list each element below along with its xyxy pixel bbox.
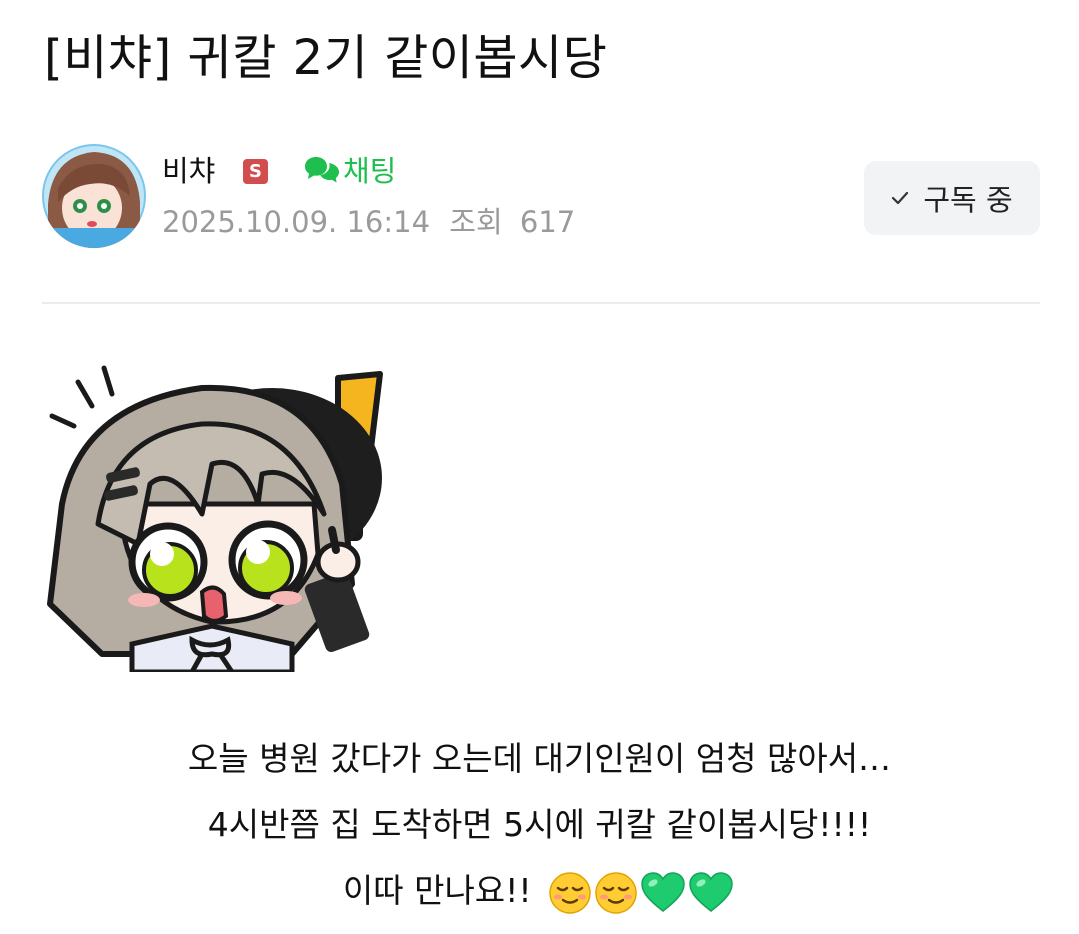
chat-link[interactable]: 채팅 [304,148,396,190]
green-heart-icon [641,871,685,912]
author-avatar[interactable] [42,144,146,248]
subscribe-label: 구독 중 [923,183,1013,217]
check-icon [892,191,909,205]
author-header: 비챠 S 채팅 2025.10.09. 16:14 조회 617 구독 중 [42,144,1040,252]
views-label: 조회 [449,205,503,239]
chat-bubble-icon [305,157,339,183]
green-heart-icon [689,871,733,912]
relieved-face-icon [549,871,591,914]
post-title: [비챠] 귀칼 2기 같이봅시당 [44,30,608,86]
views-count: 617 [519,205,576,239]
body-line-1: 오늘 병원 갔다가 오는데 대기인원이 엄청 많아서… [187,739,892,778]
chat-label: 채팅 [343,154,397,188]
body-line-3: 이따 만나요!! [342,871,532,910]
header-divider [42,302,1040,304]
post-body: 오늘 병원 갔다가 오는데 대기인원이 엄청 많아서… 4시반쯤 집 도착하면 … [0,726,1079,924]
body-line-3-wrapper: 이따 만나요!! [0,858,1079,924]
surprised-character-sticker [47,365,383,672]
subscribe-button[interactable]: 구독 중 [864,161,1040,235]
avatar-image [42,144,146,248]
author-name[interactable]: 비챠 [162,151,215,191]
post-meta: 2025.10.09. 16:14 조회 617 [162,202,575,242]
streamer-badge: S [243,159,268,184]
body-line-2: 4시반쯤 집 도착하면 5시에 귀칼 같이봅시당!!!! [207,805,872,844]
post-date: 2025.10.09. 16:14 [162,205,431,239]
relieved-face-icon [595,871,637,914]
emoji-row [548,871,736,915]
